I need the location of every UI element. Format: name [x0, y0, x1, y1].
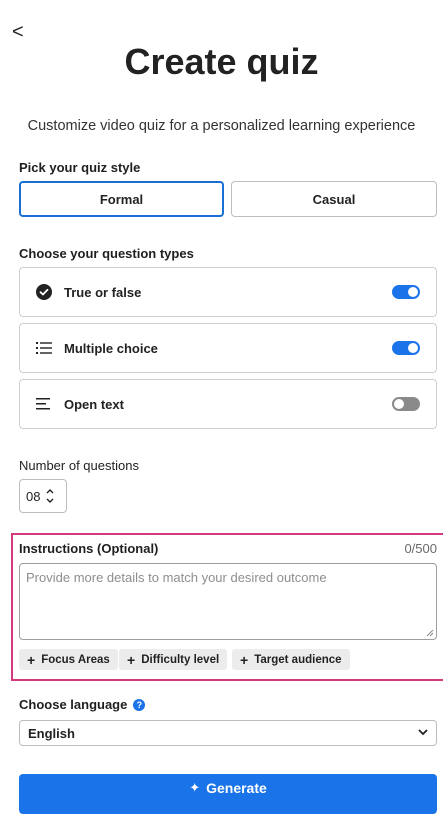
plus-icon: + — [127, 651, 136, 668]
language-select[interactable]: English — [19, 720, 437, 746]
chip-target-audience[interactable]: + Target audience — [232, 649, 350, 670]
num-questions-label: Number of questions — [19, 458, 139, 473]
instructions-placeholder: Provide more details to match your desir… — [26, 570, 327, 585]
question-types-label: Choose your question types — [19, 246, 194, 261]
question-type-label: Multiple choice — [64, 340, 158, 356]
question-type-multiple-choice[interactable]: Multiple choice — [19, 323, 437, 373]
chip-difficulty-level[interactable]: + Difficulty level — [119, 649, 228, 670]
chevron-down-icon — [418, 727, 428, 739]
plus-icon: + — [27, 651, 36, 668]
language-value: English — [28, 725, 75, 741]
question-type-label: True or false — [64, 284, 142, 300]
question-type-label: Open text — [64, 396, 124, 412]
multiple-choice-toggle[interactable] — [392, 341, 420, 355]
instructions-label: Instructions (Optional) — [19, 541, 159, 556]
style-option-formal[interactable]: Formal — [19, 181, 224, 217]
char-counter: 0/500 — [404, 541, 437, 556]
open-text-toggle[interactable] — [392, 397, 420, 411]
stepper-arrows-icon[interactable] — [46, 488, 54, 504]
help-icon[interactable]: ? — [133, 698, 146, 711]
chip-focus-areas[interactable]: + Focus Areas — [19, 649, 118, 670]
align-left-icon — [36, 397, 58, 411]
num-questions-value: 08 — [26, 488, 41, 504]
check-circle-icon — [36, 284, 58, 300]
language-label: Choose language ? — [19, 697, 146, 712]
instructions-textarea[interactable]: Provide more details to match your desir… — [19, 563, 437, 640]
quantity-stepper[interactable]: 08 — [19, 479, 67, 513]
back-button[interactable]: < — [12, 22, 24, 42]
page-title: Create quiz — [124, 41, 319, 82]
plus-icon: + — [240, 651, 249, 668]
true-false-toggle[interactable] — [392, 285, 420, 299]
question-type-true-false[interactable]: True or false — [19, 267, 437, 317]
list-icon — [36, 341, 58, 355]
resize-handle-icon[interactable] — [426, 629, 434, 637]
quiz-style-label: Pick your quiz style — [19, 160, 141, 175]
style-option-casual[interactable]: Casual — [231, 181, 437, 217]
page-subtitle: Customize video quiz for a personalized … — [27, 118, 416, 134]
question-type-open-text[interactable]: Open text — [19, 379, 437, 429]
generate-button[interactable]: ✦ Generate — [19, 774, 437, 814]
